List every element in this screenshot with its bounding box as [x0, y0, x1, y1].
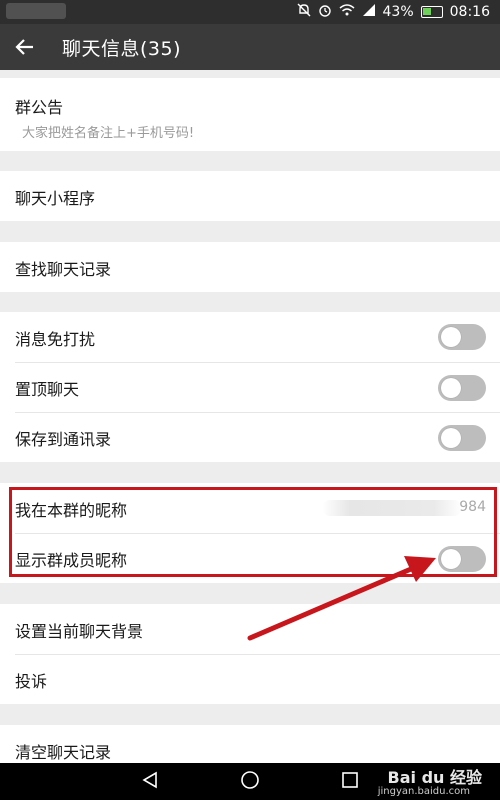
nickname-value: 984: [459, 499, 486, 515]
watermark-url: jingyan.baidu.com: [377, 786, 470, 797]
background-row[interactable]: 设置当前聊天背景: [0, 604, 500, 654]
home-nav-icon[interactable]: [240, 770, 260, 794]
settings-list: 群公告 大家把姓名备注上+手机号码! 聊天小程序 查找聊天记录 消息免打扰 置顶…: [0, 70, 500, 763]
misc-group: 设置当前聊天背景 投诉: [0, 604, 500, 704]
save-contacts-label: 保存到通讯录: [15, 430, 112, 449]
mini-program-label: 聊天小程序: [15, 189, 96, 208]
nickname-blurred: [322, 500, 462, 516]
pin-toggle[interactable]: [438, 375, 486, 401]
announcement-row[interactable]: 群公告 大家把姓名备注上+手机号码!: [0, 78, 500, 151]
alarm-icon: [318, 3, 332, 21]
mute-label: 消息免打扰: [15, 330, 96, 349]
wifi-icon: [339, 3, 355, 21]
toggle-row-pin[interactable]: 置顶聊天: [0, 363, 500, 412]
mute-icon: [297, 3, 311, 21]
save-contacts-toggle[interactable]: [438, 425, 486, 451]
signal-icon: [362, 3, 376, 21]
report-row[interactable]: 投诉: [0, 655, 500, 704]
toggle-row-save[interactable]: 保存到通讯录: [0, 413, 500, 462]
background-label: 设置当前聊天背景: [15, 622, 144, 641]
my-nickname-label: 我在本群的昵称: [15, 501, 128, 520]
nickname-group: 我在本群的昵称 984 显示群成员昵称: [0, 483, 500, 583]
mute-toggle[interactable]: [438, 324, 486, 350]
toggle-knob: [441, 428, 461, 448]
mini-program-row[interactable]: 聊天小程序: [0, 171, 500, 221]
announcement-text: 大家把姓名备注上+手机号码!: [22, 126, 195, 141]
back-nav-icon[interactable]: [141, 771, 159, 793]
pin-label: 置顶聊天: [15, 380, 80, 399]
recents-nav-icon[interactable]: [341, 771, 359, 793]
search-history-label: 查找聊天记录: [15, 260, 112, 279]
page-title: 聊天信息(35): [62, 37, 182, 60]
search-history-row[interactable]: 查找聊天记录: [0, 242, 500, 292]
my-nickname-row[interactable]: 我在本群的昵称 984: [0, 483, 500, 533]
clock: 08:16: [449, 4, 490, 20]
show-nicknames-label: 显示群成员昵称: [15, 551, 128, 570]
battery-icon: [420, 6, 443, 18]
carrier-blurred: [6, 3, 66, 19]
show-nicknames-toggle[interactable]: [438, 546, 486, 572]
watermark-logo: Bai du 经验: [387, 768, 482, 787]
status-icons: 43% 08:16: [297, 2, 490, 22]
app-bar: 聊天信息(35): [0, 24, 500, 70]
toggle-knob: [441, 549, 461, 569]
status-bar: 43% 08:16: [0, 0, 500, 24]
toggle-knob: [441, 327, 461, 347]
toggles-group: 消息免打扰 置顶聊天 保存到通讯录: [0, 312, 500, 462]
toggle-row-mute[interactable]: 消息免打扰: [0, 312, 500, 362]
show-nicknames-row[interactable]: 显示群成员昵称: [0, 534, 500, 583]
clear-history-label: 清空聊天记录: [15, 743, 112, 762]
toggle-knob: [441, 378, 461, 398]
announcement-label: 群公告: [15, 98, 64, 117]
system-nav-bar: Bai du 经验 jingyan.baidu.com: [0, 763, 500, 800]
back-arrow-icon[interactable]: [2, 24, 48, 70]
report-label: 投诉: [15, 672, 48, 691]
clear-history-row[interactable]: 清空聊天记录: [0, 725, 500, 763]
battery-percent: 43%: [382, 4, 414, 20]
